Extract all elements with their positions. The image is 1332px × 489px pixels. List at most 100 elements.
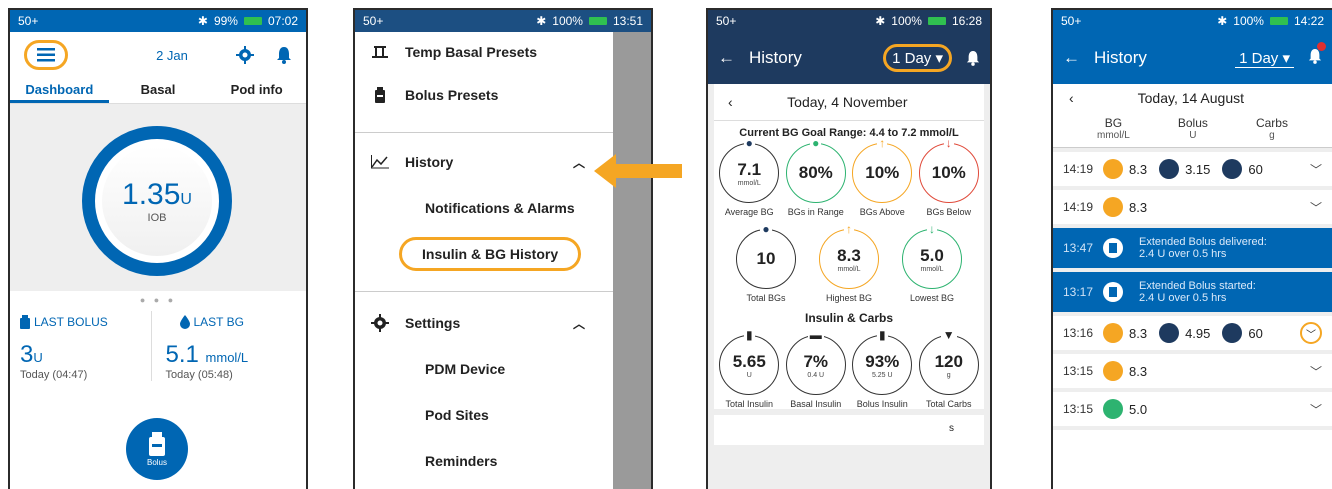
menu-button[interactable] bbox=[24, 40, 68, 70]
iob-panel: 1.35U IOB bbox=[10, 104, 306, 291]
chevron-down-icon[interactable]: ﹀ bbox=[1310, 199, 1322, 216]
menu-item-insulin-bg-history[interactable]: Insulin & BG History bbox=[355, 231, 613, 277]
bell-button[interactable] bbox=[1308, 41, 1326, 69]
stat-total-insulin: ▮ 5.65 U Total Insulin bbox=[716, 328, 782, 409]
drop-icon: ● bbox=[760, 222, 772, 236]
stat-unit: U bbox=[746, 371, 752, 379]
col-bolus: Bolus U bbox=[1178, 116, 1208, 141]
history-row[interactable]: 13:15 8.3 ﹀ bbox=[1053, 354, 1332, 392]
insulin-vial-icon bbox=[149, 431, 165, 456]
stat-label: Total BGs bbox=[746, 293, 786, 303]
history-row[interactable]: 14:19 8.3 3.15 60 ﹀ bbox=[1053, 152, 1332, 190]
last-bg-unit: mmol/L bbox=[205, 350, 249, 365]
stat-highest-bg: ↑ 8.3 mmol/L Highest BG bbox=[816, 222, 882, 303]
stat-bgs-below: ↓ 10% BGs Below bbox=[916, 136, 982, 217]
history-row-extended[interactable]: 13:17 Extended Bolus started: 2.4 U over … bbox=[1053, 272, 1332, 316]
chevron-down-icon[interactable]: ﹀ bbox=[1300, 322, 1322, 344]
row-bolus: 4.95 bbox=[1185, 325, 1211, 341]
chevron-down-icon[interactable]: ﹀ bbox=[1310, 401, 1322, 418]
stat-label: Highest BG bbox=[825, 293, 873, 303]
battery-text: 100% bbox=[891, 14, 922, 28]
column-headers: BG mmol/L Bolus U Carbs g bbox=[1053, 112, 1332, 148]
history-summary-screen: 50+ ✱ 100% 16:28 ← History 1 Day ▾ ‹ Tod… bbox=[706, 8, 992, 489]
last-bolus-unit: U bbox=[33, 350, 43, 365]
temp-basal-icon bbox=[372, 46, 388, 58]
tab-dashboard[interactable]: Dashboard bbox=[10, 78, 109, 103]
bg-stats-row-2: ● 10 Total BGs ↑ 8.3 mmol/L Highest BG ↓ 5.0… bbox=[714, 222, 984, 303]
menu-item-notifications[interactable]: Notifications & Alarms bbox=[355, 185, 613, 231]
stat-total-carbs: ▼ 120 g Total Carbs bbox=[916, 328, 982, 409]
insulin-vial-icon bbox=[1159, 159, 1180, 179]
row-text: Extended Bolus started: bbox=[1139, 280, 1256, 292]
insulin-vial-icon bbox=[20, 315, 30, 329]
row-bg: 8.3 bbox=[1129, 325, 1148, 341]
range-dropdown[interactable]: 1 Day ▾ bbox=[883, 44, 952, 72]
carbs-cup-icon bbox=[1222, 159, 1243, 179]
chevron-down-icon[interactable]: ﹀ bbox=[1310, 161, 1322, 178]
tab-pod-info[interactable]: Pod info bbox=[207, 78, 306, 103]
history-list: 14:19 8.3 3.15 60 ﹀ 14:19 8.3 ﹀ 13:47 Ex… bbox=[1053, 148, 1332, 430]
bg-drop-icon bbox=[1103, 159, 1123, 179]
row-time: 13:16 bbox=[1063, 326, 1094, 340]
menu-item-pod-sites[interactable]: Pod Sites bbox=[355, 392, 613, 438]
stat-lowest-bg: ↓ 5.0 mmol/L Lowest BG bbox=[899, 222, 965, 303]
bluetooth-icon: ✱ bbox=[536, 14, 547, 28]
last-bolus-label: LAST BOLUS bbox=[34, 315, 108, 329]
stat-label: Total Carbs bbox=[925, 399, 972, 409]
history-row[interactable]: 13:16 8.3 4.95 60 ﹀ bbox=[1053, 316, 1332, 354]
stat-unit: mmol/L bbox=[920, 265, 944, 273]
page-indicator: ● ● ● bbox=[139, 295, 177, 305]
basal-icon: ▬ bbox=[807, 328, 824, 342]
bolus-button[interactable]: Bolus bbox=[126, 418, 188, 480]
history-row-extended[interactable]: 13:47 Extended Bolus delivered: 2.4 U ove… bbox=[1053, 228, 1332, 272]
history-header: ← History 1 Day ▾ bbox=[1053, 32, 1332, 84]
bell-icon[interactable] bbox=[966, 50, 980, 66]
iob-ring: 1.35U IOB bbox=[82, 126, 232, 276]
background-overlay[interactable] bbox=[613, 32, 651, 489]
range-dropdown[interactable]: 1 Day ▾ bbox=[1235, 49, 1294, 68]
bell-icon[interactable] bbox=[276, 46, 292, 64]
bolus-button-label: Bolus bbox=[146, 457, 167, 467]
pointer-arrow-icon bbox=[594, 154, 682, 188]
history-row[interactable]: 14:19 8.3 ﹀ bbox=[1053, 190, 1332, 228]
menu-item-history[interactable]: History ︿ bbox=[355, 139, 613, 185]
status-bar: 50+ ✱ 99% 07:02 bbox=[10, 10, 306, 32]
range-value: 1 Day bbox=[892, 50, 932, 67]
insulin-vial-icon bbox=[375, 87, 385, 103]
last-bolus-time: Today (04:47) bbox=[20, 369, 88, 381]
stat-value: 7.1 bbox=[737, 159, 762, 179]
stat-bgs-above: ↑ 10% BGs Above bbox=[849, 136, 915, 217]
col-carbs: Carbs g bbox=[1256, 116, 1288, 141]
gear-icon[interactable] bbox=[236, 46, 254, 64]
menu-item-reminders[interactable]: Reminders bbox=[355, 438, 613, 484]
chevron-down-icon[interactable]: ﹀ bbox=[1310, 363, 1322, 380]
col-bg: BG mmol/L bbox=[1097, 116, 1130, 141]
stat-label: Average BG bbox=[724, 207, 774, 217]
menu-item-settings[interactable]: Settings ︿ bbox=[355, 300, 613, 346]
page-title: History bbox=[1094, 48, 1147, 67]
history-row[interactable]: 13:15 5.0 ﹀ bbox=[1053, 392, 1332, 430]
menu-item-temp-basal[interactable]: Temp Basal Presets bbox=[355, 32, 613, 72]
col-unit: mmol/L bbox=[1097, 130, 1130, 141]
date-navigator: ‹ Today, 14 August bbox=[1053, 84, 1332, 112]
battery-icon bbox=[927, 17, 946, 25]
back-arrow-icon[interactable]: ← bbox=[1063, 48, 1080, 68]
stat-value: 7% bbox=[803, 351, 829, 371]
chart-icon bbox=[371, 155, 389, 169]
range-value: 1 Day bbox=[1239, 49, 1279, 67]
status-bar: 50+ ✱ 100% 13:51 bbox=[355, 10, 651, 32]
row-time: 13:17 bbox=[1063, 285, 1094, 299]
stat-unit: mmol/L bbox=[737, 179, 761, 187]
row-time: 13:15 bbox=[1063, 364, 1094, 378]
tab-basal[interactable]: Basal bbox=[109, 78, 208, 103]
menu-item-pdm-device[interactable]: PDM Device bbox=[355, 346, 613, 392]
current-date: Today, 14 August bbox=[1137, 90, 1245, 106]
stat-label: Basal Insulin bbox=[790, 399, 842, 409]
menu-label: Notifications & Alarms bbox=[425, 200, 575, 216]
last-bolus-card: LAST BOLUS 3U Today (04:47) bbox=[20, 311, 151, 381]
battery-icon bbox=[243, 17, 262, 25]
menu-item-bolus-presets[interactable]: Bolus Presets bbox=[355, 72, 613, 118]
bluetooth-icon: ✱ bbox=[197, 14, 208, 28]
back-arrow-icon[interactable]: ← bbox=[718, 48, 735, 68]
status-bar: 50+ ✱ 100% 14:22 bbox=[1053, 10, 1332, 32]
